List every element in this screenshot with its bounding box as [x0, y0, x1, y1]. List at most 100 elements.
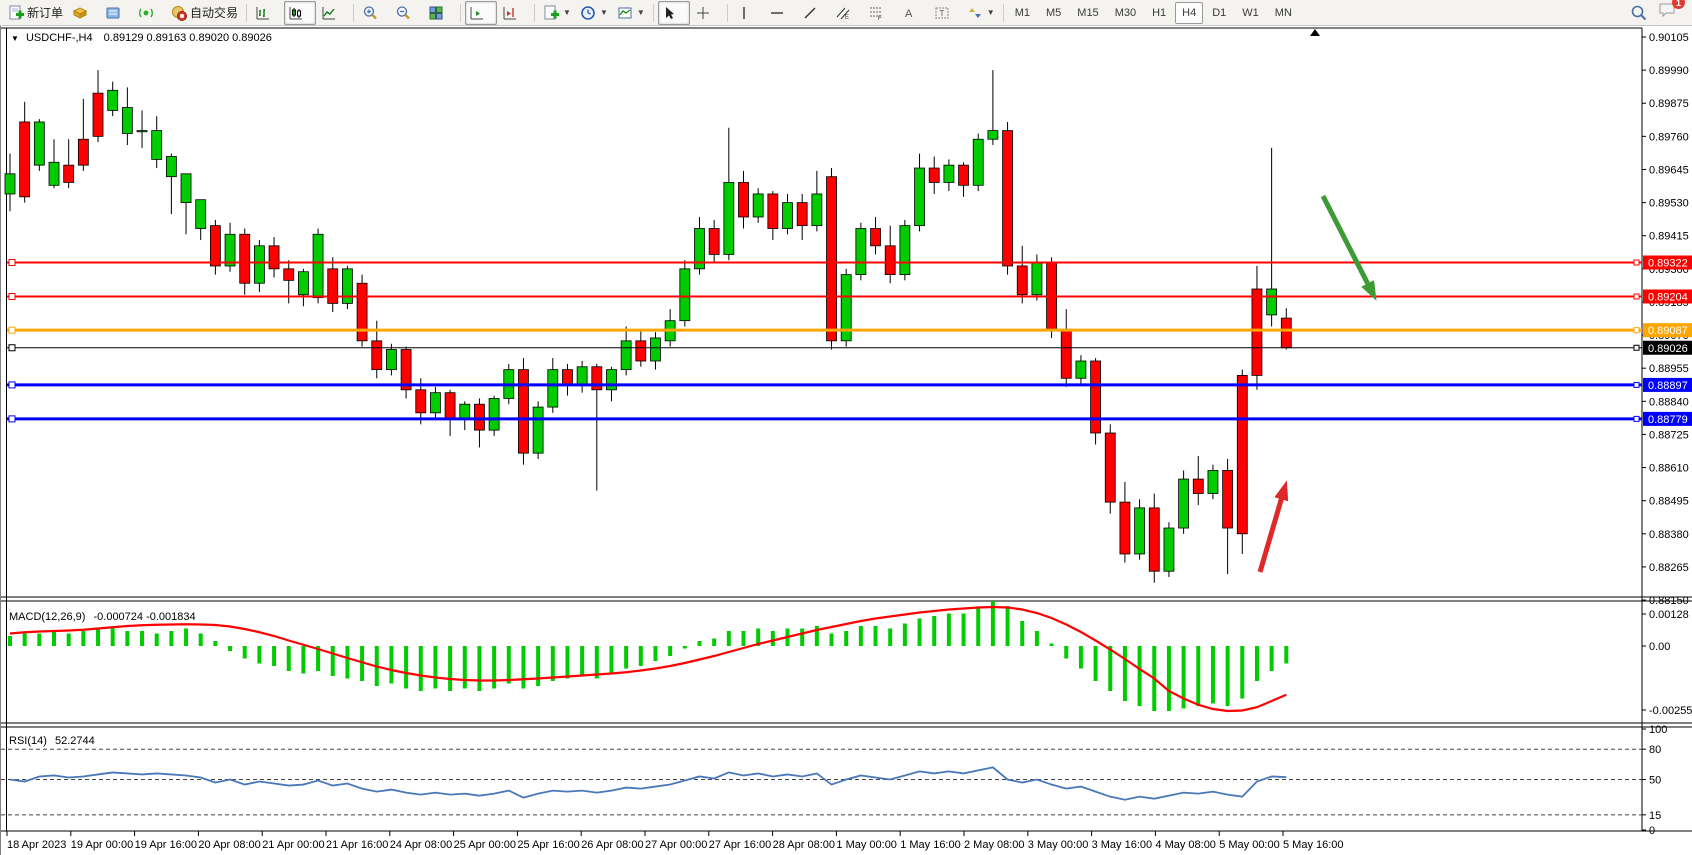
- separator: [653, 4, 654, 22]
- horizontal-line-button[interactable]: [765, 1, 797, 25]
- candles-layer: [5, 70, 1291, 583]
- quotes-button[interactable]: [68, 1, 100, 25]
- vertical-line-button[interactable]: [732, 1, 764, 25]
- macd-label-row: MACD(12,26,9) -0.000724 -0.001834: [9, 611, 196, 623]
- hline-right-anchor: [1634, 328, 1639, 333]
- trendline-button[interactable]: [798, 1, 830, 25]
- svg-text:T: T: [939, 9, 944, 18]
- svg-text:2 May 08:00: 2 May 08:00: [964, 839, 1025, 851]
- svg-text:0.89204: 0.89204: [1648, 291, 1688, 303]
- text-label-button[interactable]: T: [930, 1, 962, 25]
- cursor-button[interactable]: [658, 1, 690, 25]
- signals-button[interactable]: [134, 1, 166, 25]
- trendline-icon: [802, 5, 818, 21]
- svg-text:25 Apr 16:00: 25 Apr 16:00: [517, 839, 579, 851]
- separator: [534, 4, 535, 22]
- line-chart-button[interactable]: [317, 1, 349, 25]
- svg-text:0.88955: 0.88955: [1649, 363, 1689, 375]
- svg-text:0: 0: [1649, 825, 1655, 837]
- svg-text:0.88265: 0.88265: [1649, 562, 1689, 574]
- chart-shift-button[interactable]: [498, 1, 530, 25]
- chevron-down-icon: ▼: [637, 8, 645, 17]
- svg-text:0.89415: 0.89415: [1649, 231, 1689, 243]
- timeframe-button-m1[interactable]: M1: [1008, 2, 1037, 24]
- line-chart-icon: [321, 5, 337, 21]
- timeframe-button-m15[interactable]: M15: [1070, 2, 1105, 24]
- svg-text:1 May 00:00: 1 May 00:00: [836, 839, 897, 851]
- chart-window: 0.901050.899900.898750.897600.896450.895…: [0, 26, 1692, 855]
- new-order-button[interactable]: 新订单: [4, 1, 67, 25]
- zoom-in-icon: [362, 5, 378, 21]
- chart-shift-marker[interactable]: [1310, 29, 1320, 36]
- new-order-icon: [8, 5, 24, 21]
- timeframe-button-h1[interactable]: H1: [1145, 2, 1173, 24]
- svg-text:27 Apr 00:00: 27 Apr 00:00: [645, 839, 707, 851]
- autoscroll-icon: [469, 5, 485, 21]
- bar-chart-button[interactable]: [251, 1, 283, 25]
- chat-button[interactable]: 1: [1658, 1, 1678, 24]
- price-chart-canvas[interactable]: 0.901050.899900.898750.897600.896450.895…: [1, 26, 1692, 855]
- indicators-icon: [617, 5, 633, 21]
- autoscroll-button[interactable]: [465, 1, 497, 25]
- svg-text:25 Apr 00:00: 25 Apr 00:00: [454, 839, 516, 851]
- rsi-line: [10, 767, 1286, 799]
- new-chart-icon: [543, 5, 559, 21]
- autotrade-button[interactable]: 自动交易: [167, 1, 242, 25]
- separator: [353, 4, 354, 22]
- periods-button[interactable]: ▼: [576, 1, 612, 25]
- cursor-icon: [662, 5, 678, 21]
- vertical-line-icon: [736, 5, 752, 21]
- timeframe-button-m30[interactable]: M30: [1108, 2, 1143, 24]
- timeframe-group: M1M5M15M30H1H4D1W1MN: [1008, 2, 1299, 24]
- timeframe-button-h4[interactable]: H4: [1175, 2, 1203, 24]
- market-watch-button[interactable]: [101, 1, 133, 25]
- svg-text:0.89990: 0.89990: [1649, 65, 1689, 77]
- svg-text:0.89645: 0.89645: [1649, 164, 1689, 176]
- zoom-in-button[interactable]: [358, 1, 390, 25]
- window-menu-icon[interactable]: ▼: [11, 34, 19, 43]
- search-icon[interactable]: [1630, 4, 1648, 22]
- svg-text:0.89530: 0.89530: [1649, 198, 1689, 210]
- tile-windows-icon: [428, 5, 444, 21]
- svg-text:0.88725: 0.88725: [1649, 429, 1689, 441]
- svg-text:50: 50: [1649, 775, 1661, 787]
- tile-windows-button[interactable]: [424, 1, 456, 25]
- svg-text:E: E: [845, 15, 849, 21]
- arrow-annotation-up[interactable]: [1260, 480, 1288, 572]
- equidistant-channel-button[interactable]: E: [831, 1, 863, 25]
- text-button[interactable]: A: [897, 1, 929, 25]
- crosshair-button[interactable]: [691, 1, 723, 25]
- svg-text:0.88150: 0.88150: [1649, 595, 1689, 607]
- svg-text:5 May 16:00: 5 May 16:00: [1283, 839, 1344, 851]
- fibonacci-button[interactable]: F: [864, 1, 896, 25]
- timeframe-button-w1[interactable]: W1: [1235, 2, 1266, 24]
- svg-text:27 Apr 16:00: 27 Apr 16:00: [709, 839, 771, 851]
- arrow-annotation-down[interactable]: [1323, 196, 1377, 301]
- zoom-out-button[interactable]: [391, 1, 423, 25]
- candlestick-chart-button[interactable]: [284, 1, 316, 25]
- svg-text:0.89322: 0.89322: [1648, 258, 1688, 270]
- timeframe-button-mn[interactable]: MN: [1268, 2, 1299, 24]
- chart-ohlc: 0.89129 0.89163 0.89020 0.89026: [104, 32, 272, 44]
- toolbar: 新订单 自动交易 ▼ ▼: [0, 0, 1692, 26]
- signals-icon: [138, 5, 154, 21]
- svg-text:18 Apr 2023: 18 Apr 2023: [7, 839, 66, 851]
- toolbar-right: 1: [1630, 1, 1688, 24]
- zoom-out-icon: [395, 5, 411, 21]
- separator: [246, 4, 247, 22]
- chart-shift-icon: [502, 5, 518, 21]
- new-chart-button[interactable]: ▼: [539, 1, 575, 25]
- timeframe-button-m5[interactable]: M5: [1039, 2, 1068, 24]
- timeframe-button-d1[interactable]: D1: [1205, 2, 1233, 24]
- svg-text:100: 100: [1649, 724, 1667, 736]
- arrows-button[interactable]: ▼: [963, 1, 999, 25]
- indicators-button[interactable]: ▼: [613, 1, 649, 25]
- svg-text:-0.002559: -0.002559: [1649, 705, 1692, 717]
- svg-text:0.90105: 0.90105: [1649, 32, 1689, 44]
- new-order-label: 新订单: [27, 4, 63, 21]
- hline-left-anchor: [9, 345, 15, 351]
- chart-title-row: ▼ USDCHF-,H4 0.89129 0.89163 0.89020 0.8…: [11, 32, 272, 44]
- svg-text:24 Apr 08:00: 24 Apr 08:00: [390, 839, 452, 851]
- svg-text:0.89026: 0.89026: [1648, 343, 1688, 355]
- autotrade-label: 自动交易: [190, 4, 238, 21]
